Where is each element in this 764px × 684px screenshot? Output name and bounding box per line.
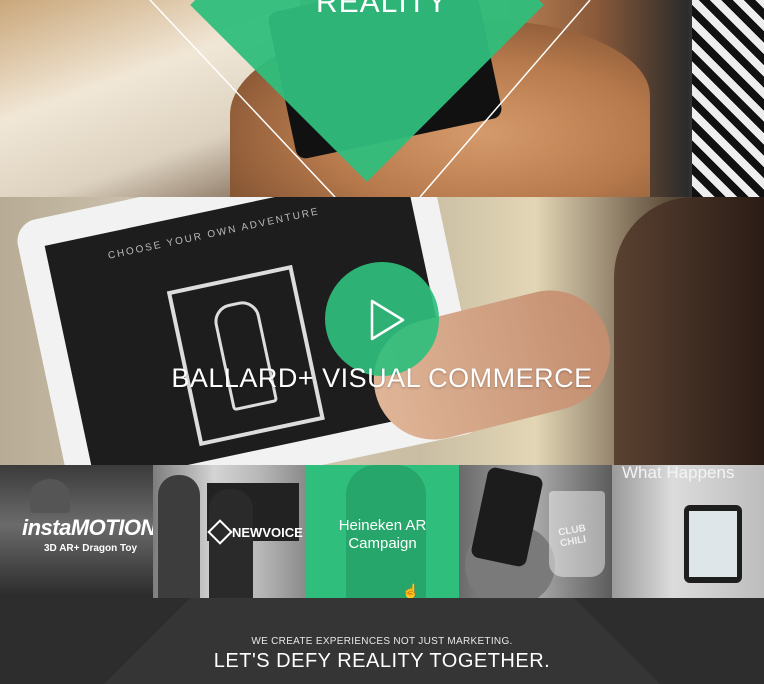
hero-banner: REALITY — [0, 0, 764, 197]
video-title: BALLARD+ VISUAL COMMERCE — [171, 363, 593, 393]
instamotion-subtitle: 3D AR+ Dragon Toy — [44, 543, 138, 554]
magazine-title: What Happens — [622, 465, 735, 482]
video-feature[interactable]: CHOOSE YOUR OWN ADVENTURE BALLARD+ VISUA… — [0, 197, 764, 465]
instamotion-logo: instaMOTION — [22, 515, 153, 540]
dragon-toy-image — [30, 479, 70, 513]
hand-pointer-icon: ☝ — [402, 583, 420, 598]
tablet-image — [684, 505, 742, 583]
play-icon — [370, 299, 405, 341]
newvoice-logo: NEWVOICE — [207, 519, 303, 545]
person-image — [158, 475, 200, 598]
project-thumbnails: instaMOTION 3D AR+ Dragon Toy NEWVOICE H… — [0, 465, 764, 598]
thumbnail-instamotion[interactable]: instaMOTION 3D AR+ Dragon Toy — [0, 465, 153, 598]
thumbnail-club-chili[interactable]: CLUB CHILI — [459, 465, 612, 598]
person-hair-photo — [614, 197, 764, 465]
tablet-heading: CHOOSE YOUR OWN ADVENTURE — [107, 206, 321, 262]
footer: WE CREATE EXPERIENCES NOT JUST MARKETING… — [0, 598, 764, 684]
newvoice-label: NEWVOICE — [232, 524, 303, 540]
thumbnail-newvoice[interactable]: NEWVOICE — [153, 465, 306, 598]
person-image — [209, 489, 253, 598]
play-button[interactable] — [325, 262, 439, 376]
hero-title: REALITY — [315, 0, 449, 19]
heineken-caption: Heineken AR Campaign — [338, 517, 427, 552]
footer-headline: LET'S DEFY REALITY TOGETHER. — [213, 650, 551, 672]
newvoice-diamond-icon — [207, 519, 233, 545]
thumbnail-what-happens[interactable]: What Happens — [612, 465, 764, 598]
tablet-screen — [689, 511, 737, 577]
thumbnail-heineken[interactable]: Heineken AR Campaign ☝ — [306, 465, 459, 598]
hero-diagonal-lines — [149, 0, 591, 197]
footer-tagline: WE CREATE EXPERIENCES NOT JUST MARKETING… — [251, 636, 513, 647]
